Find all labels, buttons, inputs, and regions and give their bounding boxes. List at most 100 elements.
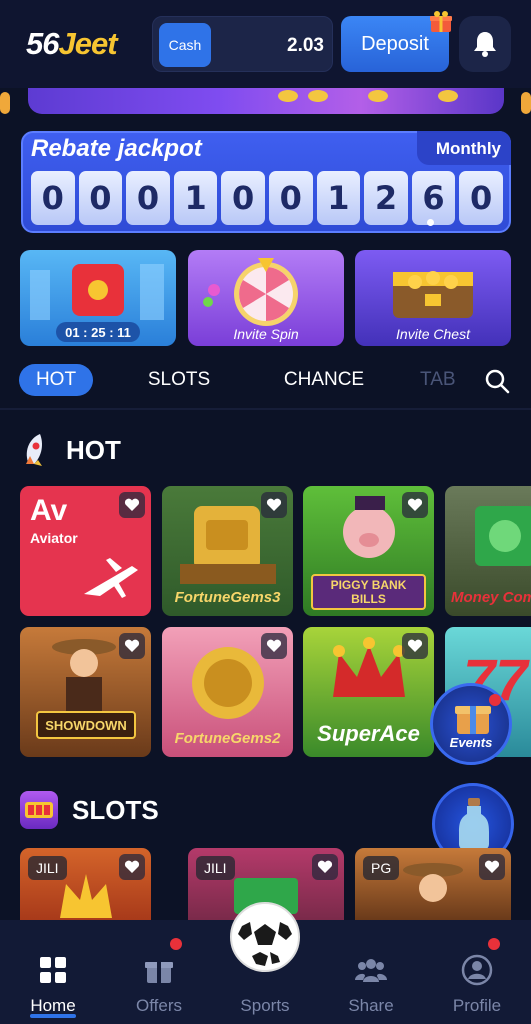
soccer-ball-icon[interactable] <box>230 902 300 972</box>
heart-icon <box>266 639 282 652</box>
nav-label: Sports <box>240 996 290 1015</box>
nav-offers[interactable]: Offers <box>114 934 204 1015</box>
nav-label: Profile <box>452 996 502 1015</box>
game-name: Aviator <box>30 530 78 546</box>
bottle-icon <box>459 798 489 850</box>
jackpot-digit: 1 <box>173 171 218 225</box>
notifications-button[interactable] <box>459 16 511 72</box>
favorite-button[interactable] <box>119 633 145 659</box>
favorite-button[interactable] <box>261 633 287 659</box>
bell-icon <box>474 32 496 57</box>
coin-decoration <box>278 90 298 102</box>
game-tile-super-ace[interactable]: SuperAce <box>303 627 434 757</box>
notification-dot <box>170 938 182 950</box>
section-title: HOT <box>66 434 121 465</box>
game-name: SHOWDOWN <box>36 711 136 739</box>
heart-icon <box>484 860 500 873</box>
jackpot-digit: 1 <box>316 171 361 225</box>
tab-overflow[interactable]: TAB <box>420 364 470 396</box>
notification-dot <box>488 938 500 950</box>
promo-banner[interactable] <box>28 88 504 114</box>
profile-icon <box>461 954 493 986</box>
game-name: PIGGY BANK BILLS <box>311 574 426 610</box>
rebate-jackpot-panel[interactable]: Rebate jackpot Monthly 0 0 0 1 0 0 1 2 6… <box>21 131 511 233</box>
slot-tile[interactable]: JILI <box>20 848 151 920</box>
brand-logo[interactable]: 56Jeet <box>26 26 118 62</box>
favorite-button[interactable] <box>119 854 145 880</box>
carousel-prev-peek <box>0 92 10 114</box>
jackpot-digit: 0 <box>78 171 123 225</box>
gift-icon <box>430 11 452 32</box>
favorite-button[interactable] <box>261 492 287 518</box>
notification-dot <box>489 694 501 706</box>
heart-icon <box>124 498 140 511</box>
top-header: 56Jeet Cash 2.03 Deposit <box>0 0 531 88</box>
jackpot-digit: 0 <box>268 171 313 225</box>
favorite-button[interactable] <box>312 854 338 880</box>
invite-chest-promo[interactable]: Invite Chest <box>355 250 511 346</box>
game-tile-aviator[interactable]: Av Aviator <box>20 486 151 616</box>
nav-home[interactable]: Home <box>8 934 98 1015</box>
tab-chance[interactable]: CHANCE <box>270 364 378 396</box>
search-icon[interactable] <box>483 367 511 395</box>
divider <box>0 408 531 410</box>
slot-machine-icon <box>20 791 58 829</box>
wallet-balance[interactable]: Cash 2.03 <box>152 16 333 72</box>
favorite-button[interactable] <box>119 492 145 518</box>
heart-icon <box>407 639 423 652</box>
decimal-point <box>427 219 434 226</box>
game-tile-showdown[interactable]: SHOWDOWN <box>20 627 151 757</box>
game-name: FortuneGems3 <box>174 589 281 606</box>
favorite-button[interactable] <box>402 492 428 518</box>
gift-icon <box>145 962 173 983</box>
nav-label: Offers <box>136 996 182 1015</box>
hot-section-header: HOT <box>20 430 121 470</box>
jackpot-period-tab: Monthly <box>417 131 511 165</box>
game-name: Money Coming <box>451 589 531 606</box>
tab-hot[interactable]: HOT <box>19 364 93 396</box>
game-tile-fortune-gems-3[interactable]: FortuneGems3 <box>162 486 293 616</box>
heart-icon <box>266 498 282 511</box>
coin-decoration <box>368 90 388 102</box>
favorite-button[interactable] <box>402 633 428 659</box>
category-tabs: HOT SLOTS CHANCE TAB <box>0 356 531 404</box>
game-name: FortuneGems2 <box>174 730 281 747</box>
nav-share[interactable]: Share <box>326 934 416 1015</box>
app-screen: 56Jeet Cash 2.03 Deposit Rebate jackpot <box>0 0 531 1024</box>
active-indicator <box>30 1014 76 1018</box>
people-icon <box>355 959 387 982</box>
jackpot-counter: 0 0 0 1 0 0 1 2 6 0 <box>31 171 503 225</box>
jackpot-title: Rebate jackpot <box>31 135 202 162</box>
game-tile-piggy-bank-bills[interactable]: PIGGY BANK BILLS <box>303 486 434 616</box>
game-badge: Av <box>30 494 68 527</box>
jackpot-digit: 0 <box>221 171 265 225</box>
nav-label: Share <box>348 996 394 1015</box>
provider-badge: JILI <box>28 856 67 880</box>
slots-section-header: SLOTS <box>20 790 159 830</box>
logo-number: 56 <box>26 26 59 61</box>
game-tile-money-coming[interactable]: Money Coming <box>445 486 531 616</box>
heart-icon <box>317 860 333 873</box>
game-tile-fortune-gems-2[interactable]: FortuneGems2 <box>162 627 293 757</box>
nav-profile[interactable]: Profile <box>432 934 522 1015</box>
jackpot-digit: 0 <box>31 171 75 225</box>
tab-slots[interactable]: SLOTS <box>139 364 219 396</box>
red-envelope-promo[interactable]: 01 : 25 : 11 <box>20 250 176 346</box>
invite-spin-promo[interactable]: Invite Spin <box>188 250 344 346</box>
promo-caption: Invite Chest <box>396 326 470 342</box>
heart-icon <box>407 498 423 511</box>
coin-decoration <box>438 90 458 102</box>
favorite-button[interactable] <box>479 854 505 880</box>
jackpot-digit: 6 <box>411 171 456 225</box>
slot-tile[interactable]: PG <box>355 848 511 920</box>
events-label: Events <box>449 735 493 750</box>
rocket-icon <box>26 434 42 466</box>
coin-decoration <box>308 90 328 102</box>
nav-label: Home <box>30 996 76 1015</box>
provider-badge: JILI <box>196 856 235 880</box>
events-floating-button[interactable]: Events <box>430 683 512 765</box>
jackpot-digit: 2 <box>364 171 408 225</box>
airplane-icon <box>84 558 138 598</box>
jackpot-digit: 0 <box>126 171 170 225</box>
promo-timer: 01 : 25 : 11 <box>56 322 140 342</box>
